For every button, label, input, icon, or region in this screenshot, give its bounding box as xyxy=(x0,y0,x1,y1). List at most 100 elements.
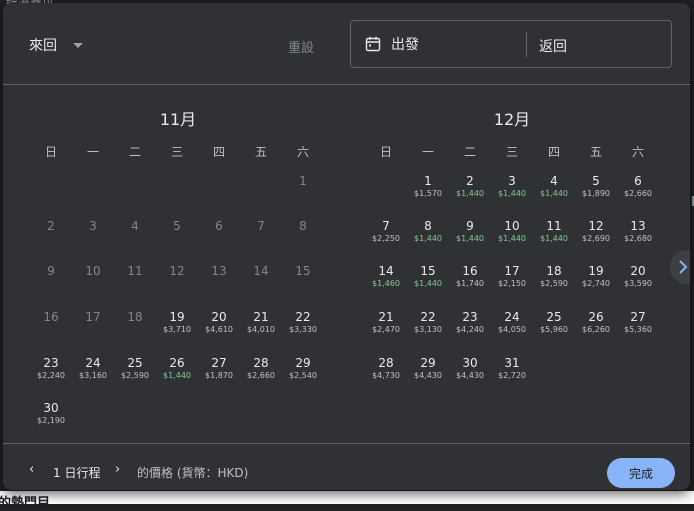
calendar-day[interactable]: 17 $2,150 xyxy=(492,264,532,289)
calendar-day[interactable]: 21 $4,010 xyxy=(241,310,281,335)
duration-increase-button[interactable]: › xyxy=(115,462,120,477)
day-price: $1,570 xyxy=(414,189,442,198)
day-number: 3 xyxy=(89,219,97,233)
month-title: 11月 xyxy=(159,110,197,129)
calendar-day[interactable]: 28 $2,660 xyxy=(241,356,281,381)
day-price: $1,890 xyxy=(582,189,610,198)
day-number: 6 xyxy=(215,219,223,233)
calendar-day[interactable]: 5 $1,890 xyxy=(576,174,616,199)
weekday-header: 五 xyxy=(589,145,602,159)
calendar-day[interactable]: 20 $4,610 xyxy=(199,310,239,335)
day-price: $2,660 xyxy=(624,189,652,198)
calendar-day[interactable]: 27 $5,360 xyxy=(618,310,658,335)
day-price: $2,680 xyxy=(624,234,652,243)
calendar-day[interactable]: 2 $1,440 xyxy=(450,174,490,199)
depart-label: 出發 xyxy=(391,37,419,53)
day-price: $1,440 xyxy=(498,234,526,243)
weekday-header: 二 xyxy=(463,145,476,159)
calendar-day[interactable]: 6 $2,660 xyxy=(618,174,658,199)
day-price: $2,690 xyxy=(582,234,610,243)
day-price: $1,440 xyxy=(540,234,568,243)
day-number: 10 xyxy=(85,264,101,278)
day-price: $1,870 xyxy=(205,371,233,380)
calendar-day[interactable]: 10 $1,440 xyxy=(492,219,532,244)
calendar-day[interactable]: 21 $2,470 xyxy=(366,310,406,335)
day-price: $2,590 xyxy=(540,279,568,288)
calendar-day[interactable]: 29 $4,430 xyxy=(408,356,448,381)
calendar-day[interactable]: 1 $1,570 xyxy=(408,174,448,199)
day-number: 6 xyxy=(634,174,642,188)
day-price: $2,590 xyxy=(121,371,149,380)
calendar-day[interactable]: 29 $2,540 xyxy=(283,356,323,381)
day-number: 30 xyxy=(43,401,59,415)
calendar-day[interactable]: 9 $1,440 xyxy=(450,219,490,244)
day-number: 26 xyxy=(588,310,604,324)
calendar-day: 2 xyxy=(31,219,71,233)
day-price: $4,730 xyxy=(372,371,400,380)
calendar-day[interactable]: 23 $2,240 xyxy=(31,356,71,381)
calendar-day[interactable]: 20 $3,590 xyxy=(618,264,658,289)
calendar-day[interactable]: 12 $2,690 xyxy=(576,219,616,244)
day-price: $3,330 xyxy=(289,325,317,334)
month-title: 12月 xyxy=(493,110,531,129)
day-number: 7 xyxy=(257,219,265,233)
calendar-day[interactable]: 13 $2,680 xyxy=(618,219,658,244)
day-number: 18 xyxy=(546,264,562,278)
background-bottom-bar xyxy=(0,491,694,504)
depart-date-field[interactable]: 出發 xyxy=(365,34,419,54)
calendar-day: 11 xyxy=(115,264,155,278)
day-price: $2,190 xyxy=(37,416,65,425)
weekday-header: 一 xyxy=(86,145,99,159)
day-price: $3,590 xyxy=(624,279,652,288)
calendar-day[interactable]: 11 $1,440 xyxy=(534,219,574,244)
duration-decrease-button[interactable]: ‹ xyxy=(29,462,34,477)
weekday-header: 三 xyxy=(505,145,518,159)
calendar-day[interactable]: 30 $2,190 xyxy=(31,401,71,426)
day-number: 22 xyxy=(420,310,436,324)
calendar-day[interactable]: 22 $3,130 xyxy=(408,310,448,335)
calendar-day[interactable]: 26 $6,260 xyxy=(576,310,616,335)
calendar-day[interactable]: 15 $1,440 xyxy=(408,264,448,289)
trip-type-select[interactable]: 來回 xyxy=(29,35,83,55)
calendar-day[interactable]: 4 $1,440 xyxy=(534,174,574,199)
weekday-header: 六 xyxy=(631,145,644,159)
calendar-day[interactable]: 25 $2,590 xyxy=(115,356,155,381)
calendar-day[interactable]: 19 $2,740 xyxy=(576,264,616,289)
calendar-day[interactable]: 24 $3,160 xyxy=(73,356,113,381)
return-date-field[interactable]: 返回 xyxy=(539,36,567,56)
calendar-day[interactable]: 18 $2,590 xyxy=(534,264,574,289)
calendar-day[interactable]: 30 $4,430 xyxy=(450,356,490,381)
day-number: 29 xyxy=(295,356,311,370)
calendar-day[interactable]: 22 $3,330 xyxy=(283,310,323,335)
calendar-day[interactable]: 28 $4,730 xyxy=(366,356,406,381)
calendar-day[interactable]: 24 $4,050 xyxy=(492,310,532,335)
calendar-day: 8 xyxy=(283,219,323,233)
calendar-day[interactable]: 23 $4,240 xyxy=(450,310,490,335)
chevron-right-icon xyxy=(679,260,688,274)
day-number: 1 xyxy=(299,174,307,188)
day-number: 17 xyxy=(85,310,101,324)
next-month-button[interactable] xyxy=(670,250,690,284)
calendar-day[interactable]: 19 $3,710 xyxy=(157,310,197,335)
day-price: $6,260 xyxy=(582,325,610,334)
day-number: 9 xyxy=(466,219,474,233)
calendar-day[interactable]: 8 $1,440 xyxy=(408,219,448,244)
calendar-day[interactable]: 14 $1,460 xyxy=(366,264,406,289)
calendar-day[interactable]: 25 $5,960 xyxy=(534,310,574,335)
calendar-day[interactable]: 7 $2,250 xyxy=(366,219,406,244)
day-price: $5,960 xyxy=(540,325,568,334)
day-number: 21 xyxy=(253,310,269,324)
day-price: $2,250 xyxy=(372,234,400,243)
calendar-day[interactable]: 16 $1,740 xyxy=(450,264,490,289)
calendar-day[interactable]: 3 $1,440 xyxy=(492,174,532,199)
reset-button[interactable]: 重設 xyxy=(288,37,314,56)
day-number: 21 xyxy=(378,310,394,324)
calendar-day[interactable]: 27 $1,870 xyxy=(199,356,239,381)
calendar-day: 10 xyxy=(73,264,113,278)
day-price: $3,130 xyxy=(414,325,442,334)
calendar-day[interactable]: 31 $2,720 xyxy=(492,356,532,381)
calendar-day: 15 xyxy=(283,264,323,278)
day-price: $2,540 xyxy=(289,371,317,380)
done-button[interactable]: 完成 xyxy=(607,458,675,488)
calendar-day[interactable]: 26 $1,440 xyxy=(157,356,197,381)
